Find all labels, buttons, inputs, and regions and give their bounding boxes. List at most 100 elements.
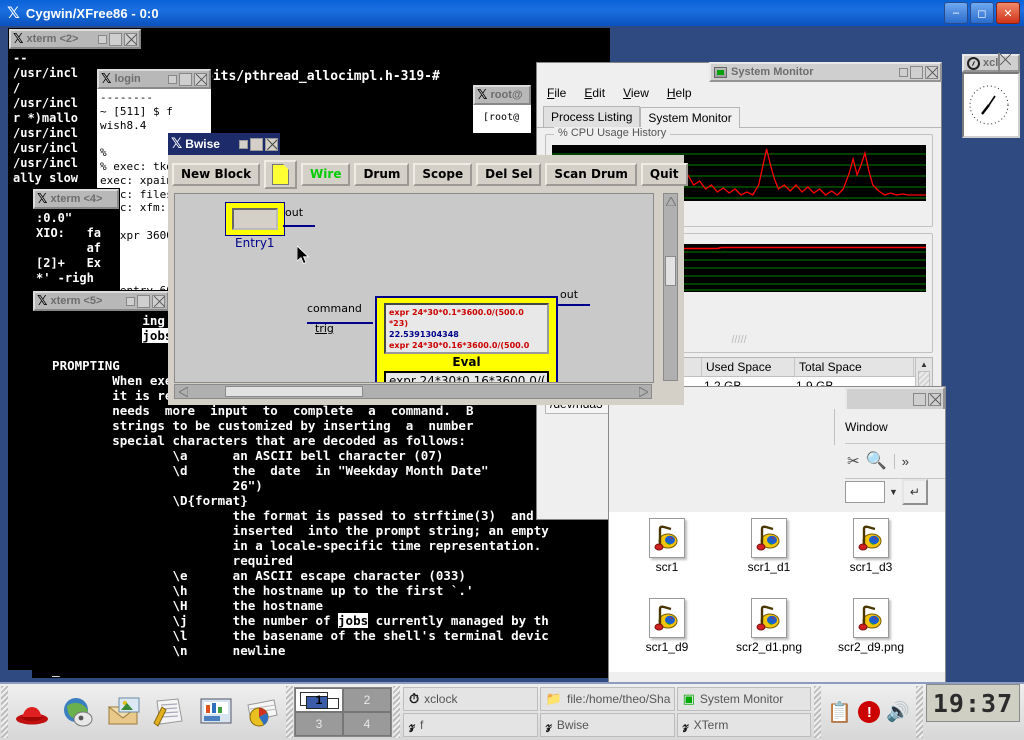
clipboard-icon[interactable]: 📋	[827, 700, 852, 725]
root-term-content[interactable]: [root@	[473, 105, 531, 133]
root-term-titlebar[interactable]: 𝕏 root@	[473, 85, 531, 105]
column-header[interactable]: Total Space	[795, 358, 914, 376]
window-xclock[interactable]: xcl	[962, 53, 1020, 142]
scan-drum-button[interactable]: Scan Drum	[545, 163, 637, 186]
file-item[interactable]: scr1_d9	[617, 598, 717, 654]
xterm-5-maximize-icon[interactable]	[137, 294, 150, 308]
fm-maximize-icon[interactable]	[913, 392, 926, 406]
image-file-icon[interactable]	[853, 598, 889, 638]
x-desktop[interactable]: 𝕏 xterm <2> -- /usr/incl / /usr/incl r *…	[0, 26, 1024, 682]
drum-button[interactable]: Drum	[354, 163, 410, 186]
spreadsheet-icon[interactable]	[239, 690, 285, 734]
scroll-left-icon[interactable]	[175, 386, 191, 397]
scroll-up-icon[interactable]: ▲	[920, 360, 928, 369]
taskbar-window-list[interactable]: ⏱ xclock 📁 file:/home/theo/Sha ▣ System Monit…	[401, 684, 813, 740]
del-sel-button[interactable]: Del Sel	[476, 163, 542, 186]
redhat-menu-icon[interactable]	[9, 690, 55, 734]
file-manager-titlebar[interactable]	[845, 387, 945, 411]
writer-icon[interactable]	[147, 690, 193, 734]
wire-button[interactable]: Wire	[301, 163, 351, 186]
minimize-button[interactable]: ┄	[944, 2, 968, 24]
xclock-titlebar[interactable]: xcl	[962, 53, 1020, 72]
column-header[interactable]: Used Space	[702, 358, 795, 376]
block-shell0[interactable]: expr 24*30*0.1*3600.0/(500.0 *23) 22.5391…	[375, 296, 558, 382]
tab-process-listing[interactable]: Process Listing	[543, 106, 641, 127]
file-item[interactable]: scr2_d1.png	[719, 598, 819, 654]
login-maximize-icon[interactable]	[179, 72, 192, 86]
mail-icon[interactable]	[101, 690, 147, 734]
window-bwise[interactable]: 𝕏 Bwise New Block Wire Drum Scope Del Sel Sca…	[168, 133, 688, 405]
login-term-titlebar[interactable]: 𝕏 login	[97, 69, 211, 89]
bwise-hscroll-thumb[interactable]	[225, 386, 363, 397]
file-item[interactable]: scr1_d1	[719, 518, 819, 574]
scope-button[interactable]: Scope	[413, 163, 473, 186]
close-button[interactable]: ✕	[996, 2, 1020, 24]
close-icon[interactable]	[265, 137, 278, 151]
menu-view[interactable]: View	[623, 86, 649, 100]
taskbar[interactable]: 1234 ⏱ xclock 📁 file:/home/theo/Sha ▣ System …	[0, 682, 1024, 740]
taskbar-task[interactable]: 𝓏f	[403, 713, 538, 737]
workspace-3[interactable]: 3	[295, 712, 343, 736]
xterm-5-titlebar[interactable]: 𝕏 xterm <5>	[33, 291, 169, 311]
xterm-2-minimize-icon[interactable]	[98, 34, 107, 44]
workspace-4[interactable]: 4	[343, 712, 391, 736]
system-monitor-tabs[interactable]: Process Listing System Monitor	[537, 106, 941, 128]
shell0-command-input[interactable]: expr 24*30*0.16*3600.0/(500	[384, 371, 549, 382]
file-manager-location-bar[interactable]: ▼ ↵	[845, 477, 945, 507]
workspace-1[interactable]: 1	[295, 688, 343, 712]
taskbar-task[interactable]: ⏱ xclock	[403, 687, 538, 711]
taskbar-grip[interactable]	[1, 686, 8, 738]
file-manager-menubar[interactable]: Window	[834, 409, 945, 445]
taskbar-task[interactable]: 𝓏 XTerm	[676, 713, 812, 737]
taskbar-task[interactable]: ▣ System Monitor	[676, 687, 812, 711]
menu-window[interactable]: Window	[845, 420, 888, 434]
chevron-down-icon[interactable]: ▼	[889, 487, 898, 497]
taskbar-grip-4[interactable]	[814, 686, 822, 738]
close-icon[interactable]	[124, 32, 137, 46]
scroll-up-icon[interactable]	[664, 194, 678, 208]
alert-icon[interactable]: !	[858, 701, 881, 723]
tab-system-monitor[interactable]: System Monitor	[640, 107, 740, 128]
volume-icon[interactable]: 🔊	[886, 700, 910, 724]
magnifier-icon[interactable]: 🔍	[860, 451, 887, 471]
bwise-vscroll-thumb[interactable]	[665, 256, 676, 286]
taskbar-task[interactable]: 📁 file:/home/theo/Sha	[539, 687, 675, 711]
close-icon[interactable]	[998, 53, 1001, 72]
bwise-canvas[interactable]: out Entry1 command trig out expr 24*30*0…	[174, 193, 654, 383]
xterm-5-minimize-icon[interactable]	[126, 296, 135, 306]
xterm-4-titlebar[interactable]: 𝕏 xterm <4>	[33, 189, 119, 209]
taskbar-task[interactable]: 𝓏 Bwise	[539, 713, 675, 737]
image-file-icon[interactable]	[751, 598, 787, 638]
web-browser-icon[interactable]	[55, 690, 101, 734]
taskbar-grip-5[interactable]	[916, 686, 923, 738]
block-entry1[interactable]	[225, 202, 285, 236]
tool-icon[interactable]: ✂	[845, 452, 860, 470]
sysmon-minimize-icon[interactable]	[899, 67, 908, 77]
taskbar-clock[interactable]: 19:37	[926, 684, 1020, 722]
image-file-icon[interactable]	[649, 518, 685, 558]
image-file-icon[interactable]	[751, 518, 787, 558]
workspace-2[interactable]: 2	[343, 688, 391, 712]
file-item[interactable]: scr2_d9.png	[821, 598, 921, 654]
taskbar-grip-2[interactable]	[286, 686, 293, 738]
system-monitor-titlebar[interactable]: System Monitor	[709, 62, 942, 82]
location-input[interactable]	[845, 481, 885, 503]
scroll-right-icon[interactable]	[635, 386, 651, 397]
xterm-2-maximize-icon[interactable]	[109, 32, 122, 46]
close-icon[interactable]	[152, 294, 165, 308]
menu-help[interactable]: Help	[667, 86, 692, 100]
workspace-pager[interactable]: 1234	[294, 687, 392, 737]
taskbar-launchers[interactable]	[9, 684, 285, 740]
quit-button[interactable]: Quit	[640, 163, 688, 186]
bwise-maximize-icon[interactable]	[250, 137, 263, 151]
presentation-icon[interactable]	[193, 690, 239, 734]
file-item[interactable]: scr1_d3	[821, 518, 921, 574]
file-manager-toolbar[interactable]: ✂ 🔍 »	[845, 443, 945, 479]
bwise-body[interactable]: New Block Wire Drum Scope Del Sel Scan Drum Qu…	[168, 155, 688, 405]
window-root-term[interactable]: 𝕏 root@ [root@	[472, 84, 532, 134]
bwise-minimize-icon[interactable]	[239, 139, 248, 149]
maximize-button[interactable]: ◻	[970, 2, 994, 24]
new-block-button[interactable]: New Block	[172, 163, 261, 186]
image-file-icon[interactable]	[649, 598, 685, 638]
bwise-horizontal-scrollbar[interactable]	[174, 384, 652, 399]
